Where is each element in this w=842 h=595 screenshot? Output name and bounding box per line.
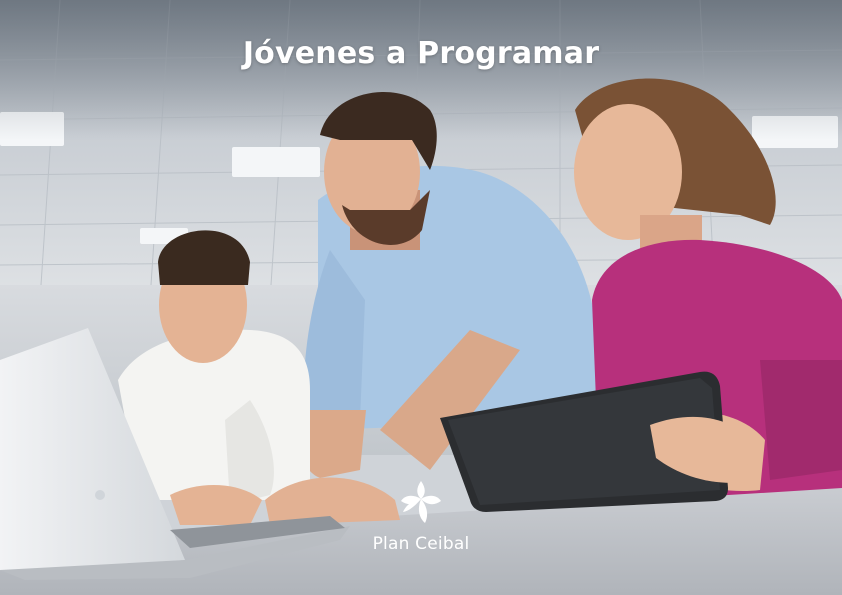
brand-block: Plan Ceibal [362, 478, 480, 554]
plan-ceibal-logo-icon [401, 481, 441, 523]
cover-title: Jóvenes a Programar [242, 36, 600, 71]
brand-name: Plan Ceibal [372, 534, 470, 554]
cover-page: Jóvenes a Programar Plan Ceibal [0, 0, 842, 595]
